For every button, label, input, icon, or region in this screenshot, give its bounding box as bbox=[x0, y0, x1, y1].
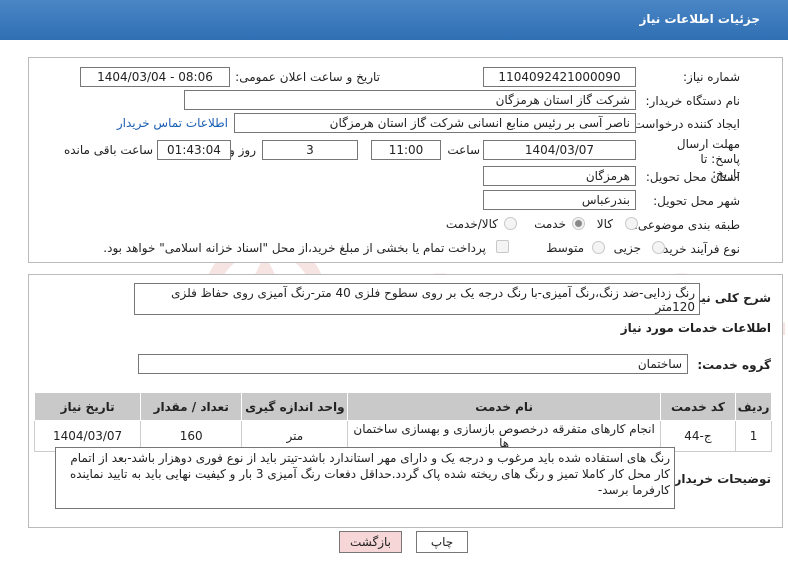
print-button[interactable]: چاپ bbox=[416, 531, 468, 553]
process-radio-minor[interactable] bbox=[652, 241, 665, 254]
category-radio-service[interactable] bbox=[572, 217, 585, 230]
service-group-field: ساختمان bbox=[138, 354, 688, 374]
remaining-label: ساعت باقی مانده bbox=[63, 143, 153, 157]
buyer-notes-text: رنگ های استفاده شده باید مرغوب و درجه یک… bbox=[69, 451, 670, 497]
creator-field: ناصر آسی بر رئیس منابع انسانی شرکت گاز ا… bbox=[234, 113, 636, 133]
back-button[interactable]: بازگشت bbox=[339, 531, 402, 553]
need-number-label: شماره نیاز: bbox=[683, 70, 740, 84]
description-text: رنگ زدایی-ضد زنگ،رنگ آمیزی-با رنگ درجه ی… bbox=[171, 286, 695, 314]
buyer-label: نام دستگاه خریدار: bbox=[645, 94, 741, 108]
col-unit: واحد اندازه گیری bbox=[241, 392, 349, 421]
announce-field: 1404/03/04 - 08:06 bbox=[80, 67, 230, 87]
description-field: رنگ زدایی-ضد زنگ،رنگ آمیزی-با رنگ درجه ی… bbox=[134, 283, 700, 315]
category-radio-goods[interactable] bbox=[625, 217, 638, 230]
city-field: بندرعباس bbox=[483, 190, 636, 210]
payment-checkbox[interactable] bbox=[496, 240, 509, 253]
deadline-date-field: 1404/03/07 bbox=[483, 140, 636, 160]
category-option-goods: کالا bbox=[596, 217, 613, 231]
col-quantity: تعداد / مقدار bbox=[140, 392, 243, 421]
need-number-field: 1104092421000090 bbox=[483, 67, 636, 87]
category-label: طبقه بندی موضوعی: bbox=[633, 218, 740, 232]
remaining-time-field: 01:43:04 bbox=[157, 140, 231, 160]
contact-buyer-link[interactable]: اطلاعات تماس خریدار bbox=[117, 116, 228, 130]
cell-row-number: 1 bbox=[735, 420, 772, 452]
services-table: ردیف کد خدمت نام خدمت واحد اندازه گیری ت… bbox=[33, 392, 772, 452]
process-radio-medium[interactable] bbox=[592, 241, 605, 254]
days-label: روز و bbox=[229, 143, 256, 157]
buyer-field: شرکت گاز استان هرمزگان bbox=[184, 90, 636, 110]
col-need-date: تاریخ نیاز bbox=[33, 392, 142, 421]
deadline-time-label: ساعت bbox=[447, 143, 480, 157]
process-label: نوع فرآیند خرید : bbox=[655, 242, 740, 256]
payment-note: پرداخت تمام یا بخشی از مبلغ خرید،از محل … bbox=[103, 241, 486, 255]
col-service-code: کد خدمت bbox=[659, 392, 737, 421]
process-option-medium: متوسط bbox=[546, 241, 584, 255]
col-service-name: نام خدمت bbox=[347, 392, 661, 421]
category-radio-goods-service[interactable] bbox=[504, 217, 517, 230]
col-row-number: ردیف bbox=[735, 392, 772, 421]
table-header-row: ردیف کد خدمت نام خدمت واحد اندازه گیری ت… bbox=[33, 392, 772, 421]
days-field: 3 bbox=[262, 140, 358, 160]
deadline-time-field: 11:00 bbox=[371, 140, 441, 160]
category-option-service: خدمت bbox=[534, 217, 566, 231]
creator-label: ایجاد کننده درخواست: bbox=[629, 117, 740, 131]
page-title: جزئیات اطلاعات نیاز bbox=[639, 12, 760, 26]
province-field: هرمزگان bbox=[483, 166, 636, 186]
announce-label: تاریخ و ساعت اعلان عمومی: bbox=[235, 70, 380, 84]
services-section-title: اطلاعات خدمات مورد نیاز bbox=[620, 321, 771, 335]
process-option-minor: جزیی bbox=[613, 241, 641, 255]
city-label: شهر محل تحویل: bbox=[653, 194, 740, 208]
title-bar: جزئیات اطلاعات نیاز bbox=[0, 0, 788, 40]
buyer-notes-field: رنگ های استفاده شده باید مرغوب و درجه یک… bbox=[55, 447, 675, 509]
service-group-label: گروه خدمت: bbox=[697, 358, 771, 372]
buyer-notes-label: توضیحات خریدار: bbox=[669, 472, 771, 486]
category-option-goods-service: کالا/خدمت bbox=[445, 217, 498, 231]
province-label: استان محل تحویل: bbox=[645, 170, 740, 184]
